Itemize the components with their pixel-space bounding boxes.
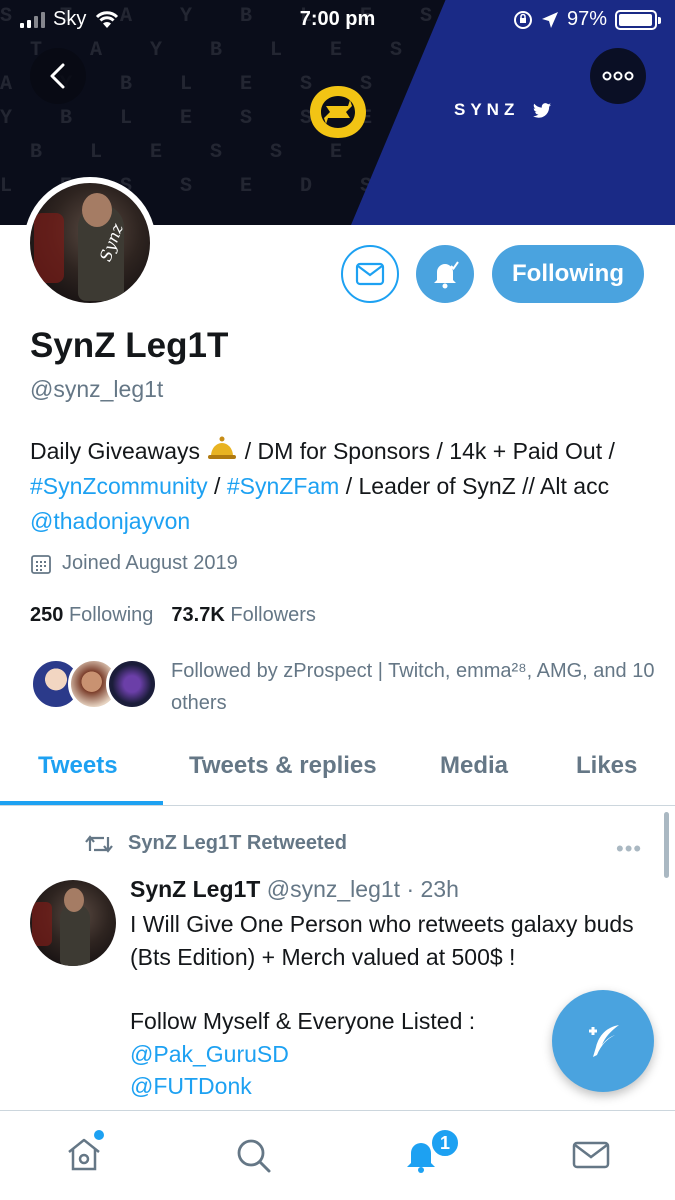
profile-handle: @synz_leg1t [30,376,164,402]
active-tab-indicator [0,801,163,805]
tweet-text-line: I Will Give One Person who retweets gala… [130,911,634,970]
retweet-label: SynZ Leg1T Retweeted [128,832,347,854]
tweet-more-icon[interactable]: ••• [616,836,642,862]
compose-feather-icon [589,1025,619,1057]
notification-count-badge: 1 [430,1128,460,1158]
home-icon [68,1138,100,1171]
bio-text-2: / DM for Sponsors / 14k + Paid Out / [238,438,615,464]
retweet-context[interactable]: SynZ Leg1T Retweeted [84,832,347,855]
followers-label: Followers [230,604,316,626]
tweet-header: SynZ Leg1T @synz_leg1t · 23h [130,876,459,903]
following-button[interactable]: Following [492,245,644,303]
synz-logo-icon [306,82,370,147]
profile-name: SynZ Leg1T [30,326,229,365]
mail-icon [355,262,385,286]
tab-likes[interactable]: Likes [576,752,637,780]
battery-icon [615,9,661,30]
follow-counts: 250 Following 73.7K Followers [30,604,316,627]
joined-date: Joined August 2019 [30,552,238,575]
battery-fill [619,13,652,26]
avatar-bg-detail [32,902,52,946]
joined-text: Joined August 2019 [62,552,238,574]
bell-emoji-icon [208,436,237,459]
notifications-toggle-button[interactable] [416,245,474,303]
status-right: 97% [513,8,661,31]
followers-count-link[interactable]: 73.7K Followers [171,604,316,627]
tweet-handle-time: @synz_leg1t · 23h [266,876,459,902]
followers-count: 73.7K [171,604,225,626]
tab-tweets-replies[interactable]: Tweets & replies [189,752,377,780]
battery-percent: 97% [566,8,607,30]
profile-avatar[interactable]: Synz [24,177,156,309]
search-icon [237,1139,271,1173]
follower-avatar [106,658,158,710]
tweet-author-avatar[interactable] [30,880,116,966]
message-button[interactable] [341,245,399,303]
profile-tabs: Tweets Tweets & replies Media Likes [0,740,675,806]
rotation-lock-icon [513,10,532,29]
chevron-left-icon [50,63,65,89]
following-count: 250 [30,604,64,626]
twitter-bird-icon [533,102,552,118]
location-icon [541,11,558,28]
search-tab[interactable] [231,1133,275,1177]
banner-brand-text: SYNZ [454,100,520,119]
more-horizontal-icon [602,71,634,81]
banner-brand: SYNZ [454,100,552,120]
avatar-figure [60,904,90,966]
bio-text-1: Daily Giveaways [30,438,207,464]
bio-text-3: / Leader of SynZ // Alt acc [339,473,610,499]
avatar-bg-detail [34,213,64,283]
calendar-icon [31,554,51,574]
tab-tweets[interactable]: Tweets [38,752,118,780]
bio-sep: / [207,473,227,499]
hashtag-synzfam-link[interactable]: #SynZFam [227,473,339,499]
followed-by-avatars[interactable] [30,658,158,710]
messages-tab[interactable] [569,1133,613,1177]
bottom-navigation [0,1110,675,1200]
profile-bio: Daily Giveaways / DM for Sponsors / 14k … [30,434,650,539]
status-bar: Sky 7:00 pm 97% [0,0,675,40]
following-count-link[interactable]: 250 Following [30,604,153,627]
home-new-dot [94,1130,104,1140]
bell-icon [434,261,459,289]
retweet-icon [85,834,113,853]
back-button[interactable] [30,48,86,104]
messages-icon [572,1141,610,1169]
avatar-head [64,888,84,912]
tweet-author-name[interactable]: SynZ Leg1T [130,876,260,902]
hashtag-synzcommunity-link[interactable]: #SynZcommunity [30,473,208,499]
following-label: Following [68,604,154,626]
tab-media[interactable]: Media [440,752,508,780]
scroll-indicator[interactable] [664,812,669,878]
followed-by-text[interactable]: Followed by zProspect | Twitch, emma²⁸, … [171,655,661,719]
mention-thadonjayvon-link[interactable]: @thadonjayvon [30,508,190,534]
compose-tweet-button[interactable] [552,990,654,1092]
more-options-button[interactable] [590,48,646,104]
